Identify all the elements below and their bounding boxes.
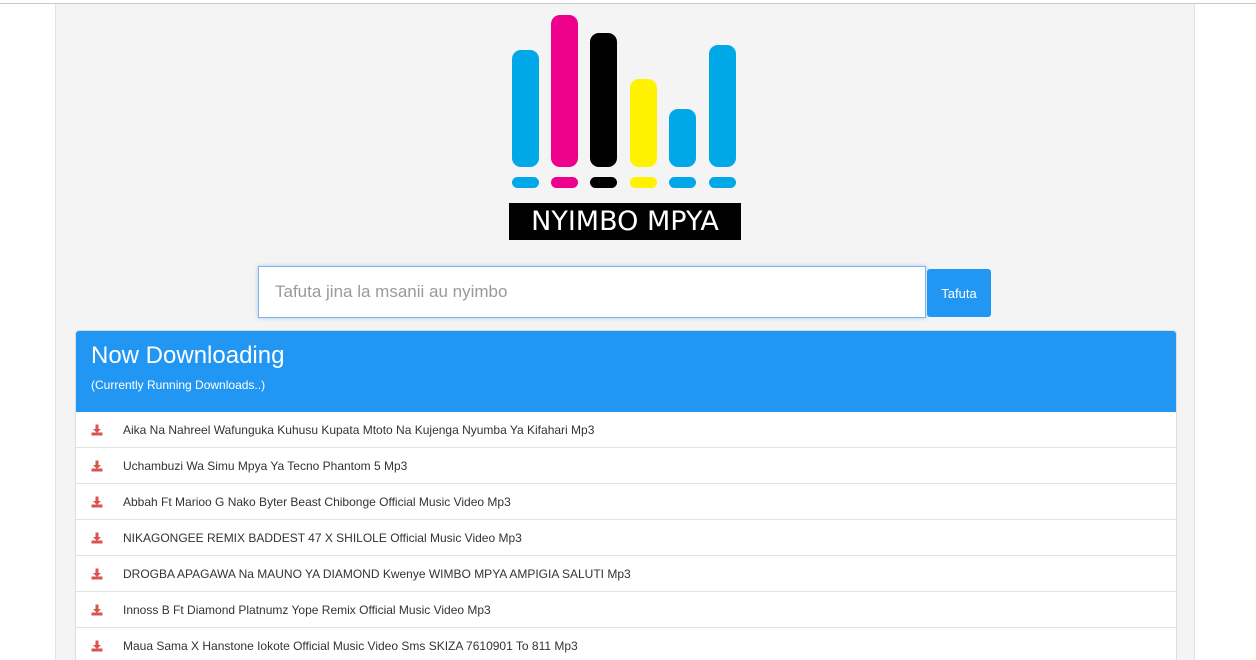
list-item[interactable]: Abbah Ft Marioo G Nako Byter Beast Chibo… <box>76 484 1176 520</box>
panel-title: Now Downloading <box>91 342 285 369</box>
logo-text: NYIMBO MPYA <box>509 203 741 240</box>
logo-bar <box>630 79 657 167</box>
logo-bar-dot <box>630 177 657 188</box>
download-icon <box>91 460 103 471</box>
list-item-title[interactable]: Maua Sama X Hanstone Iokote Official Mus… <box>123 639 578 653</box>
logo-bar-dot <box>590 177 617 188</box>
download-icon <box>91 496 103 507</box>
logo-bar <box>551 15 578 167</box>
download-icon <box>91 640 103 651</box>
list-item[interactable]: Aika Na Nahreel Wafunguka Kuhusu Kupata … <box>76 412 1176 448</box>
download-icon <box>91 424 103 435</box>
list-item-title[interactable]: Aika Na Nahreel Wafunguka Kuhusu Kupata … <box>123 423 594 437</box>
list-item-title[interactable]: Innoss B Ft Diamond Platnumz Yope Remix … <box>123 603 491 617</box>
logo-bar-dot <box>669 177 696 188</box>
download-icon <box>91 568 103 579</box>
list-item-title[interactable]: DROGBA APAGAWA Na MAUNO YA DIAMOND Kweny… <box>123 567 631 581</box>
search-button[interactable]: Tafuta <box>927 269 991 317</box>
logo-bar <box>669 109 696 167</box>
logo-bar-dot <box>551 177 578 188</box>
list-item[interactable]: Innoss B Ft Diamond Platnumz Yope Remix … <box>76 592 1176 628</box>
logo-bar <box>709 45 736 167</box>
list-item-title[interactable]: NIKAGONGEE REMIX BADDEST 47 X SHILOLE Of… <box>123 531 522 545</box>
search-input[interactable] <box>258 266 926 318</box>
list-item-title[interactable]: Abbah Ft Marioo G Nako Byter Beast Chibo… <box>123 495 511 509</box>
logo-bar <box>590 33 617 167</box>
page-container: NYIMBO MPYA Tafuta Now Downloading (Curr… <box>55 4 1195 660</box>
list-item[interactable]: NIKAGONGEE REMIX BADDEST 47 X SHILOLE Of… <box>76 520 1176 556</box>
panel-subtitle: (Currently Running Downloads..) <box>91 378 266 392</box>
logo-bar <box>512 50 539 167</box>
download-icon <box>91 532 103 543</box>
logo-bar-dot <box>512 177 539 188</box>
logo-bar-dot <box>709 177 736 188</box>
list-item[interactable]: Maua Sama X Hanstone Iokote Official Mus… <box>76 628 1176 660</box>
panel-header: Now Downloading (Currently Running Downl… <box>76 331 1176 412</box>
list-item[interactable]: Uchambuzi Wa Simu Mpya Ya Tecno Phantom … <box>76 448 1176 484</box>
download-icon <box>91 604 103 615</box>
download-list: Aika Na Nahreel Wafunguka Kuhusu Kupata … <box>76 412 1176 660</box>
site-logo[interactable]: NYIMBO MPYA <box>509 11 741 241</box>
list-item-title[interactable]: Uchambuzi Wa Simu Mpya Ya Tecno Phantom … <box>123 459 407 473</box>
now-downloading-panel: Now Downloading (Currently Running Downl… <box>75 330 1177 660</box>
list-item[interactable]: DROGBA APAGAWA Na MAUNO YA DIAMOND Kweny… <box>76 556 1176 592</box>
